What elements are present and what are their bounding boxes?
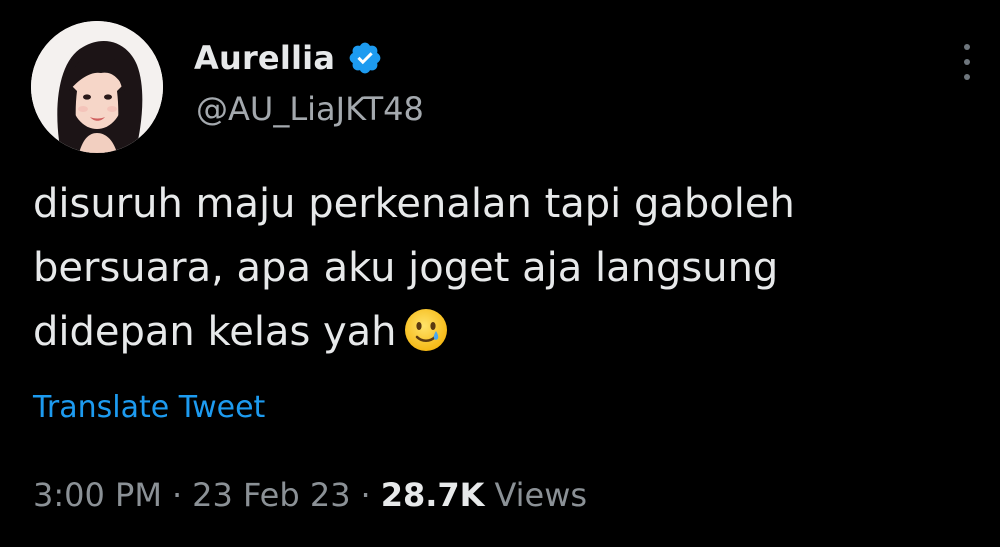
tweet-text-line-last: didepan kelas yah [33,300,973,364]
display-name[interactable]: Aurellia [194,39,335,77]
translate-tweet-link[interactable]: Translate Tweet [33,390,265,425]
more-dot [964,59,970,65]
tweet-text: disuruh maju perkenalan tapi gaboleh ber… [33,172,973,364]
author-handle[interactable]: @AU_LiaJKT48 [196,90,424,128]
more-dot [964,74,970,80]
tweet-text-line: didepan kelas yah [33,309,397,355]
tweet-text-line: bersuara, apa aku joget aja langsung [33,245,779,291]
tweet-meta: 3:00 PM · 23 Feb 23 · 28.7K Views [33,476,587,514]
avatar-photo [31,21,163,153]
tweet-date[interactable]: 23 Feb 23 [192,476,350,514]
more-dot [964,44,970,50]
tweet-card: Aurellia @AU_LiaJKT48 disuruh maju perke… [0,0,1000,547]
author-name-row: Aurellia [194,36,383,80]
meta-separator: · [360,476,371,514]
views-label: Views [494,476,588,514]
avatar[interactable] [31,21,163,153]
tweet-text-line: disuruh maju perkenalan tapi gaboleh [33,181,795,227]
meta-separator: · [171,476,183,514]
tweet-time[interactable]: 3:00 PM [33,476,162,514]
views-count[interactable]: 28.7K [381,476,485,514]
smiling-face-with-tear-icon [403,307,449,353]
more-vertical-icon[interactable] [958,44,976,80]
verified-badge-icon [347,40,383,76]
